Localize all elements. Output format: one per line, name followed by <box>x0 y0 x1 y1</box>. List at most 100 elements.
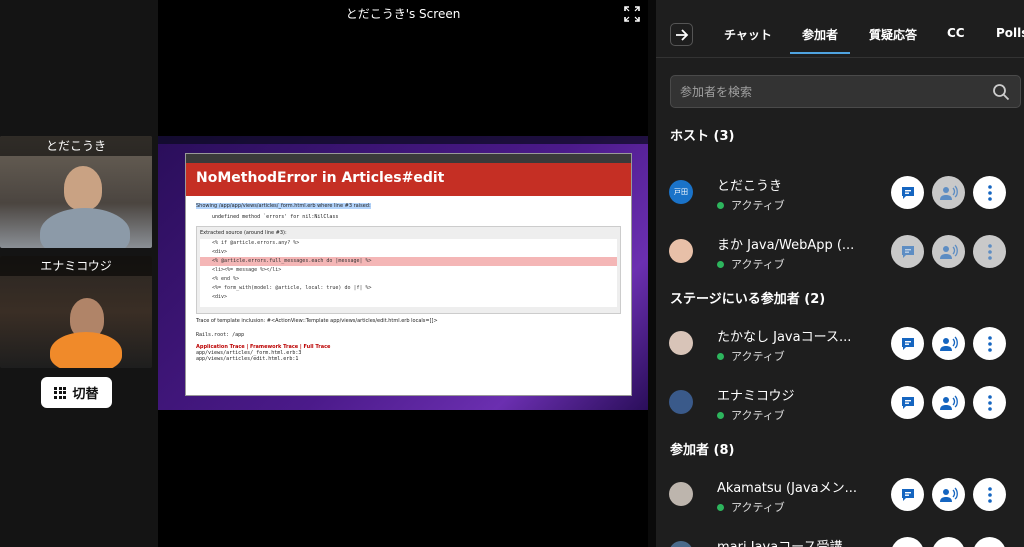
more-options-button[interactable] <box>973 327 1006 360</box>
person-voice-icon <box>939 185 958 200</box>
trace-line: Trace of template inclusion: #<ActionVie… <box>196 318 438 324</box>
error-body: Showing /app/app/views/articles/_form.ht… <box>186 196 631 366</box>
screen-share-title: とだこうき's Screen <box>345 7 461 21</box>
search-icon[interactable] <box>992 83 1010 101</box>
section-hosts: ホスト (3) <box>670 129 735 144</box>
shared-browser-window: NoMethodError in Articles#edit Showing /… <box>185 153 632 396</box>
video-gallery: とだこうき エナミコウジ 切替 <box>0 0 158 547</box>
grid-icon <box>54 386 67 399</box>
avatar <box>669 541 693 547</box>
camera-tile[interactable]: とだこうき <box>0 136 152 248</box>
avatar <box>669 239 693 263</box>
chat-bubble-icon <box>901 396 914 409</box>
speaker-button[interactable] <box>932 386 965 419</box>
participant-name: mari Javaコース受講... <box>717 536 887 547</box>
tab-qa[interactable]: 質疑応答 <box>869 26 917 43</box>
chat-button[interactable] <box>891 235 924 268</box>
speaker-button[interactable] <box>932 478 965 511</box>
more-options-button[interactable] <box>973 386 1006 419</box>
extracted-label: Extracted source (around line #3): <box>200 230 287 236</box>
participant-status: アクティブ <box>717 348 785 364</box>
more-vertical-icon <box>987 486 992 503</box>
more-vertical-icon <box>987 184 992 201</box>
tab-chat[interactable]: チャット <box>724 26 772 43</box>
panel-tabs: チャット 参加者 質疑応答 CC Polls <box>656 0 1024 58</box>
participant-row[interactable]: まか Java/WebApp (... アクティブ <box>656 225 1024 277</box>
participant-status: アクティブ <box>717 499 785 515</box>
camera-name: エナミコウジ <box>0 256 152 276</box>
avatar <box>669 390 693 414</box>
chat-bubble-icon <box>901 186 914 199</box>
code-line: <li><%= message %></li> <box>212 267 282 273</box>
participant-row[interactable]: 戸田 とだこうき アクティブ <box>656 166 1024 218</box>
chat-button[interactable] <box>891 478 924 511</box>
code-line: <% if @article.errors.any? %> <box>212 240 300 246</box>
person-voice-icon <box>939 487 958 502</box>
code-line: <div> <box>212 249 228 255</box>
arrow-right-icon <box>675 28 688 41</box>
more-options-button[interactable] <box>973 478 1006 511</box>
participant-row[interactable]: たかなし Javaコース... アクティブ <box>656 317 1024 369</box>
panel-divider <box>648 0 656 547</box>
participant-status: アクティブ <box>717 256 785 272</box>
trace-file: app/views/articles/edit.html.erb:1 <box>196 356 299 362</box>
speaker-button[interactable] <box>932 327 965 360</box>
chat-button[interactable] <box>891 537 924 547</box>
search-input[interactable] <box>680 83 980 101</box>
switch-label: 切替 <box>72 387 99 402</box>
section-attendees: 参加者 (8) <box>670 443 735 458</box>
participant-status: アクティブ <box>717 197 785 213</box>
participant-name: まか Java/WebApp (... <box>717 238 855 253</box>
video-person <box>64 166 102 210</box>
rails-root: Rails.root: /app <box>196 332 245 338</box>
fullscreen-icon[interactable] <box>624 6 640 22</box>
showing-line: Showing /app/app/views/articles/_form.ht… <box>196 203 371 209</box>
browser-toolbar <box>186 154 631 163</box>
camera-tile[interactable]: エナミコウジ <box>0 256 152 368</box>
chat-button[interactable] <box>891 176 924 209</box>
more-vertical-icon <box>987 394 992 411</box>
collapse-panel-button[interactable] <box>670 23 693 46</box>
more-options-button[interactable] <box>973 537 1006 547</box>
participant-status: アクティブ <box>717 407 785 423</box>
avatar <box>669 482 693 506</box>
shared-desktop: NoMethodError in Articles#edit Showing /… <box>158 136 648 410</box>
person-voice-icon <box>939 395 958 410</box>
chat-button[interactable] <box>891 327 924 360</box>
video-person-body <box>40 208 130 248</box>
speaker-button[interactable] <box>932 176 965 209</box>
more-options-button[interactable] <box>973 235 1006 268</box>
more-vertical-icon <box>987 243 992 260</box>
participant-name: たかなし Javaコース... <box>717 330 852 345</box>
avatar: 戸田 <box>669 180 693 204</box>
chat-bubble-icon <box>901 245 914 258</box>
section-stage: ステージにいる参加者 (2) <box>670 292 826 307</box>
tab-participants[interactable]: 参加者 <box>789 26 851 54</box>
participant-name: エナミコウジ <box>717 389 795 404</box>
error-title: NoMethodError in Articles#edit <box>186 163 631 196</box>
error-message: undefined method `errors' for nil:NilCla… <box>212 214 339 220</box>
participant-row[interactable]: mari Javaコース受講... <box>656 527 1024 547</box>
tab-cc[interactable]: CC <box>947 26 965 40</box>
participant-row[interactable]: エナミコウジ アクティブ <box>656 376 1024 428</box>
participants-panel: チャット 参加者 質疑応答 CC Polls ホスト (3) 戸田 とだこうき … <box>656 0 1024 547</box>
code-line-highlighted: <% @article.errors.full_messages.each do… <box>200 257 617 266</box>
more-vertical-icon <box>987 335 992 352</box>
participant-name: とだこうき <box>717 179 783 194</box>
more-options-button[interactable] <box>973 176 1006 209</box>
switch-layout-button[interactable]: 切替 <box>41 377 112 408</box>
participant-name: Akamatsu (Javaメン... <box>717 481 857 496</box>
screen-share: とだこうき's Screen NoMethodError in Articles… <box>158 0 648 547</box>
code-line: <%= form_with(model: @article, local: tr… <box>212 285 372 291</box>
os-menubar <box>158 136 648 144</box>
avatar <box>669 331 693 355</box>
video-person-body <box>50 332 122 368</box>
webinar-window: とだこうき エナミコウジ 切替 とだこうき's Screen NoMethodE… <box>0 0 1024 547</box>
speaker-button[interactable] <box>932 235 965 268</box>
participant-row[interactable]: Akamatsu (Javaメン... アクティブ <box>656 468 1024 520</box>
person-voice-icon <box>939 244 958 259</box>
tab-polls[interactable]: Polls <box>996 26 1024 40</box>
chat-bubble-icon <box>901 337 914 350</box>
chat-button[interactable] <box>891 386 924 419</box>
speaker-button[interactable] <box>932 537 965 547</box>
